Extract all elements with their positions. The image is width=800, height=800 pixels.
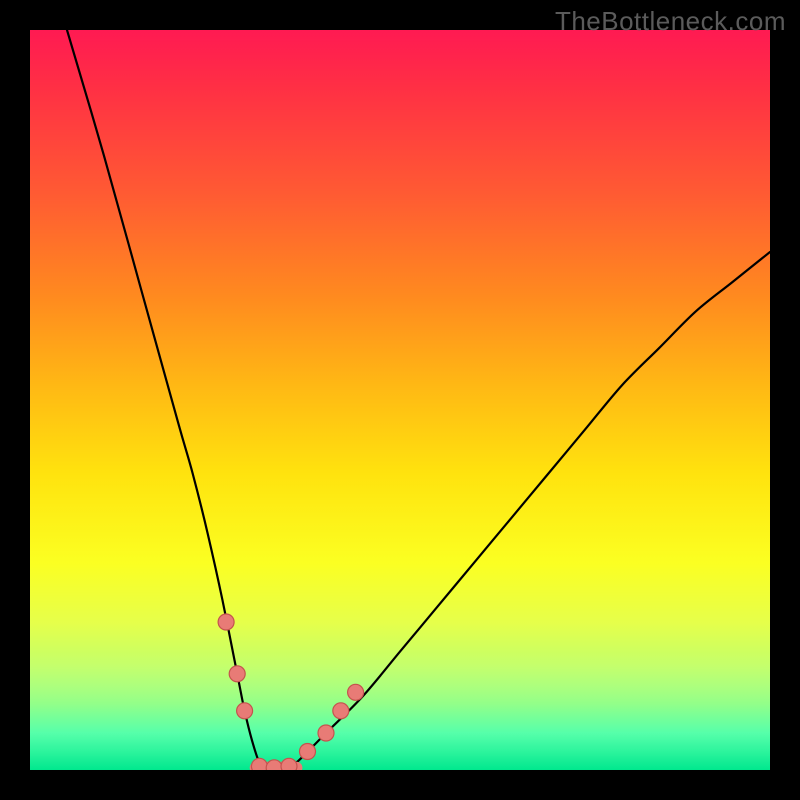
plot-area — [30, 30, 770, 770]
curve-marker — [266, 760, 282, 770]
curve-marker — [348, 684, 364, 700]
curve-marker — [251, 758, 267, 770]
curve-marker — [318, 725, 334, 741]
chart-stage: TheBottleneck.com — [0, 0, 800, 800]
watermark-text: TheBottleneck.com — [555, 6, 786, 37]
curve-marker — [333, 703, 349, 719]
curve-marker — [229, 666, 245, 682]
curve-svg — [30, 30, 770, 770]
curve-marker — [300, 744, 316, 760]
bottleneck-curve-path — [67, 30, 770, 770]
curve-marker — [218, 614, 234, 630]
curve-marker — [237, 703, 253, 719]
curve-marker — [281, 758, 297, 770]
